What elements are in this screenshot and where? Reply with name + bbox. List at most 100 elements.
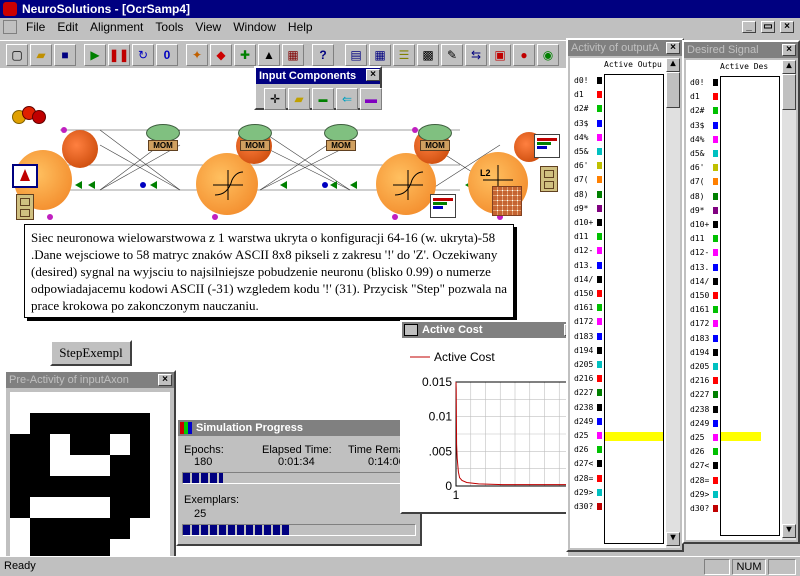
desired-signal-scrollbar[interactable]: ▴ ▾ <box>782 60 796 540</box>
active-cost-window[interactable]: Active Cost × Active Cost 0.0150.01.0050… <box>400 320 582 514</box>
elapsed-value: 0:01:34 <box>278 456 315 468</box>
input-file-icon[interactable] <box>12 164 38 188</box>
reset-icon[interactable]: ↻ <box>132 44 154 66</box>
arrow-left-icon[interactable]: ⇐ <box>336 88 358 110</box>
scroll-thumb[interactable] <box>666 72 680 108</box>
preactivity-close-button[interactable]: × <box>158 374 172 386</box>
active-cost-title-bar[interactable]: Active Cost <box>402 322 580 338</box>
row-label: d161 <box>690 305 710 315</box>
app-icon[interactable] <box>3 2 17 16</box>
grid-icon[interactable]: ▦ <box>282 44 304 66</box>
mom-component-4[interactable]: MOM <box>418 124 452 154</box>
hidden-display-icon[interactable] <box>430 194 456 218</box>
preactivity-window[interactable]: Pre-Activity of inputAxon × <box>4 370 176 566</box>
preactivity-title-bar[interactable]: Pre-Activity of inputAxon <box>6 372 174 388</box>
input-cabinet-icon[interactable] <box>16 194 34 220</box>
dll-icon[interactable]: ▬ <box>312 88 334 110</box>
row-label: d9* <box>574 203 589 213</box>
simulation-progress-window[interactable]: Simulation Progress × Epochs: 180 Elapse… <box>176 418 422 546</box>
row-color-swatch <box>713 462 718 470</box>
input-matrix-display <box>10 392 170 560</box>
row-color-swatch <box>597 361 602 368</box>
sim-progress-title-bar[interactable]: Simulation Progress <box>178 420 420 436</box>
activity-output-title-bar[interactable]: Activity of outputA <box>568 40 682 56</box>
output-display-icon[interactable] <box>534 134 560 158</box>
step-exemplar-button[interactable]: StepExempl <box>50 340 132 366</box>
row-color-swatch <box>597 304 602 312</box>
menu-file[interactable]: File <box>20 18 51 36</box>
probe-icon[interactable]: ● <box>513 44 535 66</box>
y-tick-label: .005 <box>429 444 453 458</box>
matrix-icon[interactable]: ▩ <box>417 44 439 66</box>
component-icon[interactable]: ✚ <box>234 44 256 66</box>
menu-view[interactable]: View <box>189 18 227 36</box>
input-components-palette[interactable]: Input Components × ✛ ▰ ▬ ⇐ ▬ <box>254 66 382 110</box>
crosshair-icon[interactable]: ✛ <box>264 88 286 110</box>
scroll-up-button[interactable]: ▴ <box>666 58 680 72</box>
menu-tools[interactable]: Tools <box>149 18 189 36</box>
activity-output-scrollbar[interactable]: ▴ ▾ <box>666 58 680 548</box>
row-label: d14/ <box>574 274 594 284</box>
menu-help[interactable]: Help <box>282 18 319 36</box>
palette-icon[interactable]: ▦ <box>369 44 391 66</box>
menu-window[interactable]: Window <box>227 18 282 36</box>
help-icon[interactable]: ? <box>312 44 334 66</box>
desired-signal-window[interactable]: Desired Signal × Active Des d0! d1 d2# d3$ d… <box>682 40 800 544</box>
ds-scroll-down-button[interactable]: ▾ <box>782 524 796 538</box>
active-cost-title: Active Cost <box>422 324 483 336</box>
menu-alignment[interactable]: Alignment <box>84 18 149 36</box>
open-icon[interactable]: ▰ <box>30 44 52 66</box>
row-label: d150 <box>574 289 594 298</box>
row-label: d3$ <box>690 120 705 130</box>
play-icon[interactable]: ▶ <box>84 44 106 66</box>
folder-icon[interactable]: ▰ <box>288 88 310 110</box>
menu-bar: File Edit Alignment Tools View Window Help _ ▭… <box>0 18 800 38</box>
desired-cabinet-icon[interactable] <box>540 166 558 192</box>
row-color-swatch <box>713 206 718 214</box>
y-tick-label: 0.01 <box>429 410 453 424</box>
save-icon[interactable]: ■ <box>54 44 76 66</box>
row-label: d194 <box>574 345 594 355</box>
arrow-icon[interactable]: ⇆ <box>465 44 487 66</box>
menu-edit[interactable]: Edit <box>51 18 84 36</box>
wizard-icon[interactable]: ✦ <box>186 44 208 66</box>
doc-icon[interactable] <box>3 20 17 34</box>
chart-icon[interactable]: ◆ <box>210 44 232 66</box>
palette-title-bar[interactable]: Input Components <box>256 68 380 84</box>
new-icon[interactable]: ▢ <box>6 44 28 66</box>
scroll-down-button[interactable]: ▾ <box>666 532 680 546</box>
control-knobs-icon[interactable] <box>12 104 46 126</box>
mom-component-3[interactable]: MOM <box>324 124 358 154</box>
apple-icon[interactable]: ◉ <box>537 44 559 66</box>
pause-icon[interactable]: ❚❚ <box>108 44 130 66</box>
row-label: d25 <box>690 433 705 442</box>
probe-grid-icon[interactable] <box>492 186 522 216</box>
desired-signal-title-bar[interactable]: Desired Signal <box>684 42 798 58</box>
edit-icon[interactable]: ✎ <box>441 44 463 66</box>
exemplars-value: 25 <box>194 508 207 520</box>
minimize-button[interactable]: _ <box>742 21 756 33</box>
desired-signal-close-button[interactable]: × <box>782 44 796 56</box>
close-button[interactable]: × <box>780 21 794 33</box>
settings-icon[interactable]: ☰ <box>393 44 415 66</box>
palette-close-button[interactable]: × <box>366 69 380 81</box>
row-label: d5& <box>574 147 589 156</box>
row-label: d27< <box>574 459 594 469</box>
display-icon[interactable]: ▣ <box>489 44 511 66</box>
mom-component-1[interactable]: MOM <box>146 124 180 154</box>
activity-output-window[interactable]: Activity of outputA × Active Outpu d0! d1… <box>566 38 684 552</box>
elapsed-label: Elapsed Time: <box>262 444 332 456</box>
row-color-swatch <box>713 178 718 186</box>
cap-icon[interactable]: ▲ <box>258 44 280 66</box>
function-icon[interactable]: ▬ <box>360 88 382 110</box>
row-label: d3$ <box>574 118 589 128</box>
ds-scroll-thumb[interactable] <box>782 74 796 110</box>
table-icon[interactable]: ▤ <box>345 44 367 66</box>
zero-icon[interactable]: 0 <box>156 44 178 66</box>
mom-component-2[interactable]: MOM <box>238 124 272 154</box>
ds-scroll-up-button[interactable]: ▴ <box>782 60 796 74</box>
row-color-swatch <box>597 346 602 354</box>
activity-output-close-button[interactable]: × <box>666 42 680 54</box>
row-color-swatch <box>597 233 602 241</box>
restore-button[interactable]: ▭ <box>761 21 775 33</box>
